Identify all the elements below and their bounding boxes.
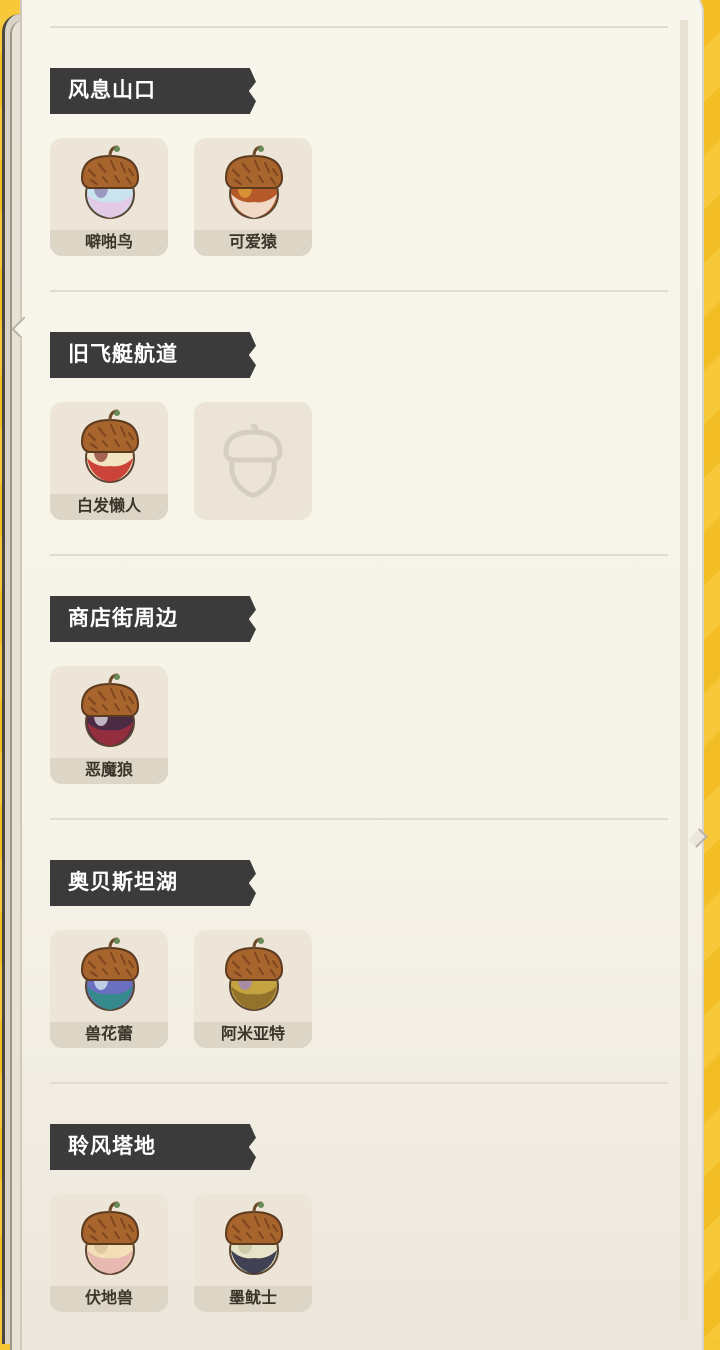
region-title: 聆风塔地 (50, 1124, 256, 1170)
acorn-card[interactable]: 伏地兽 (50, 1194, 168, 1312)
acorn-card[interactable]: 阿米亚特 (194, 930, 312, 1048)
acorn-icon (224, 145, 284, 219)
acorn-icon (80, 1201, 140, 1275)
acorn-card-label: 白发懒人 (50, 494, 168, 520)
acorn-card[interactable]: 恶魔狼 (50, 666, 168, 784)
acorn-icon (80, 937, 140, 1011)
acorn-card[interactable]: 噼啪鸟 (50, 138, 168, 256)
acorn-card-label: 恶魔狼 (50, 758, 168, 784)
section-divider (50, 818, 668, 820)
acorn-icon (224, 937, 284, 1011)
acorn-card[interactable]: 白发懒人 (50, 402, 168, 520)
section-divider (50, 26, 668, 28)
acorn-card-label: 噼啪鸟 (50, 230, 168, 256)
section-divider (50, 290, 668, 292)
acorn-card[interactable]: 可爱猿 (194, 138, 312, 256)
acorn-icon (80, 145, 140, 219)
acorn-icon (80, 673, 140, 747)
section-divider (50, 1082, 668, 1084)
region-title: 风息山口 (50, 68, 256, 114)
acorn-card-label: 可爱猿 (194, 230, 312, 256)
acorn-silhouette-icon (223, 423, 283, 498)
acorn-card-label: 墨鱿士 (194, 1286, 312, 1312)
region-title: 商店街周边 (50, 596, 256, 642)
acorn-card-label: 阿米亚特 (194, 1022, 312, 1048)
acorn-card-locked[interactable] (194, 402, 312, 520)
acorn-card-label: 兽花蕾 (50, 1022, 168, 1048)
acorn-card[interactable]: 兽花蕾 (50, 930, 168, 1048)
region-title: 旧飞艇航道 (50, 332, 256, 378)
acorn-icon (80, 409, 140, 483)
acorn-card[interactable]: 墨鱿士 (194, 1194, 312, 1312)
acorn-card-label: 伏地兽 (50, 1286, 168, 1312)
acorn-icon (224, 1201, 284, 1275)
region-title: 奥贝斯坦湖 (50, 860, 256, 906)
section-divider (50, 554, 668, 556)
